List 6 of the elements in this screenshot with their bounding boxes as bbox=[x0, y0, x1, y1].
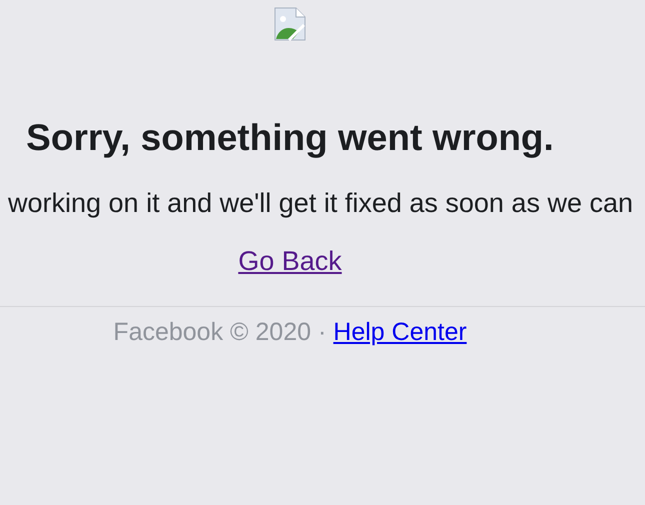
go-back-link[interactable]: Go Back bbox=[238, 246, 342, 276]
broken-image-icon bbox=[273, 7, 307, 41]
error-message: working on it and we'll get it fixed as soon as we can bbox=[8, 188, 634, 218]
error-heading: Sorry, something went wrong. bbox=[26, 116, 554, 160]
help-center-link[interactable]: Help Center bbox=[333, 317, 467, 347]
copyright-text: Facebook © 2020 · bbox=[113, 317, 326, 347]
